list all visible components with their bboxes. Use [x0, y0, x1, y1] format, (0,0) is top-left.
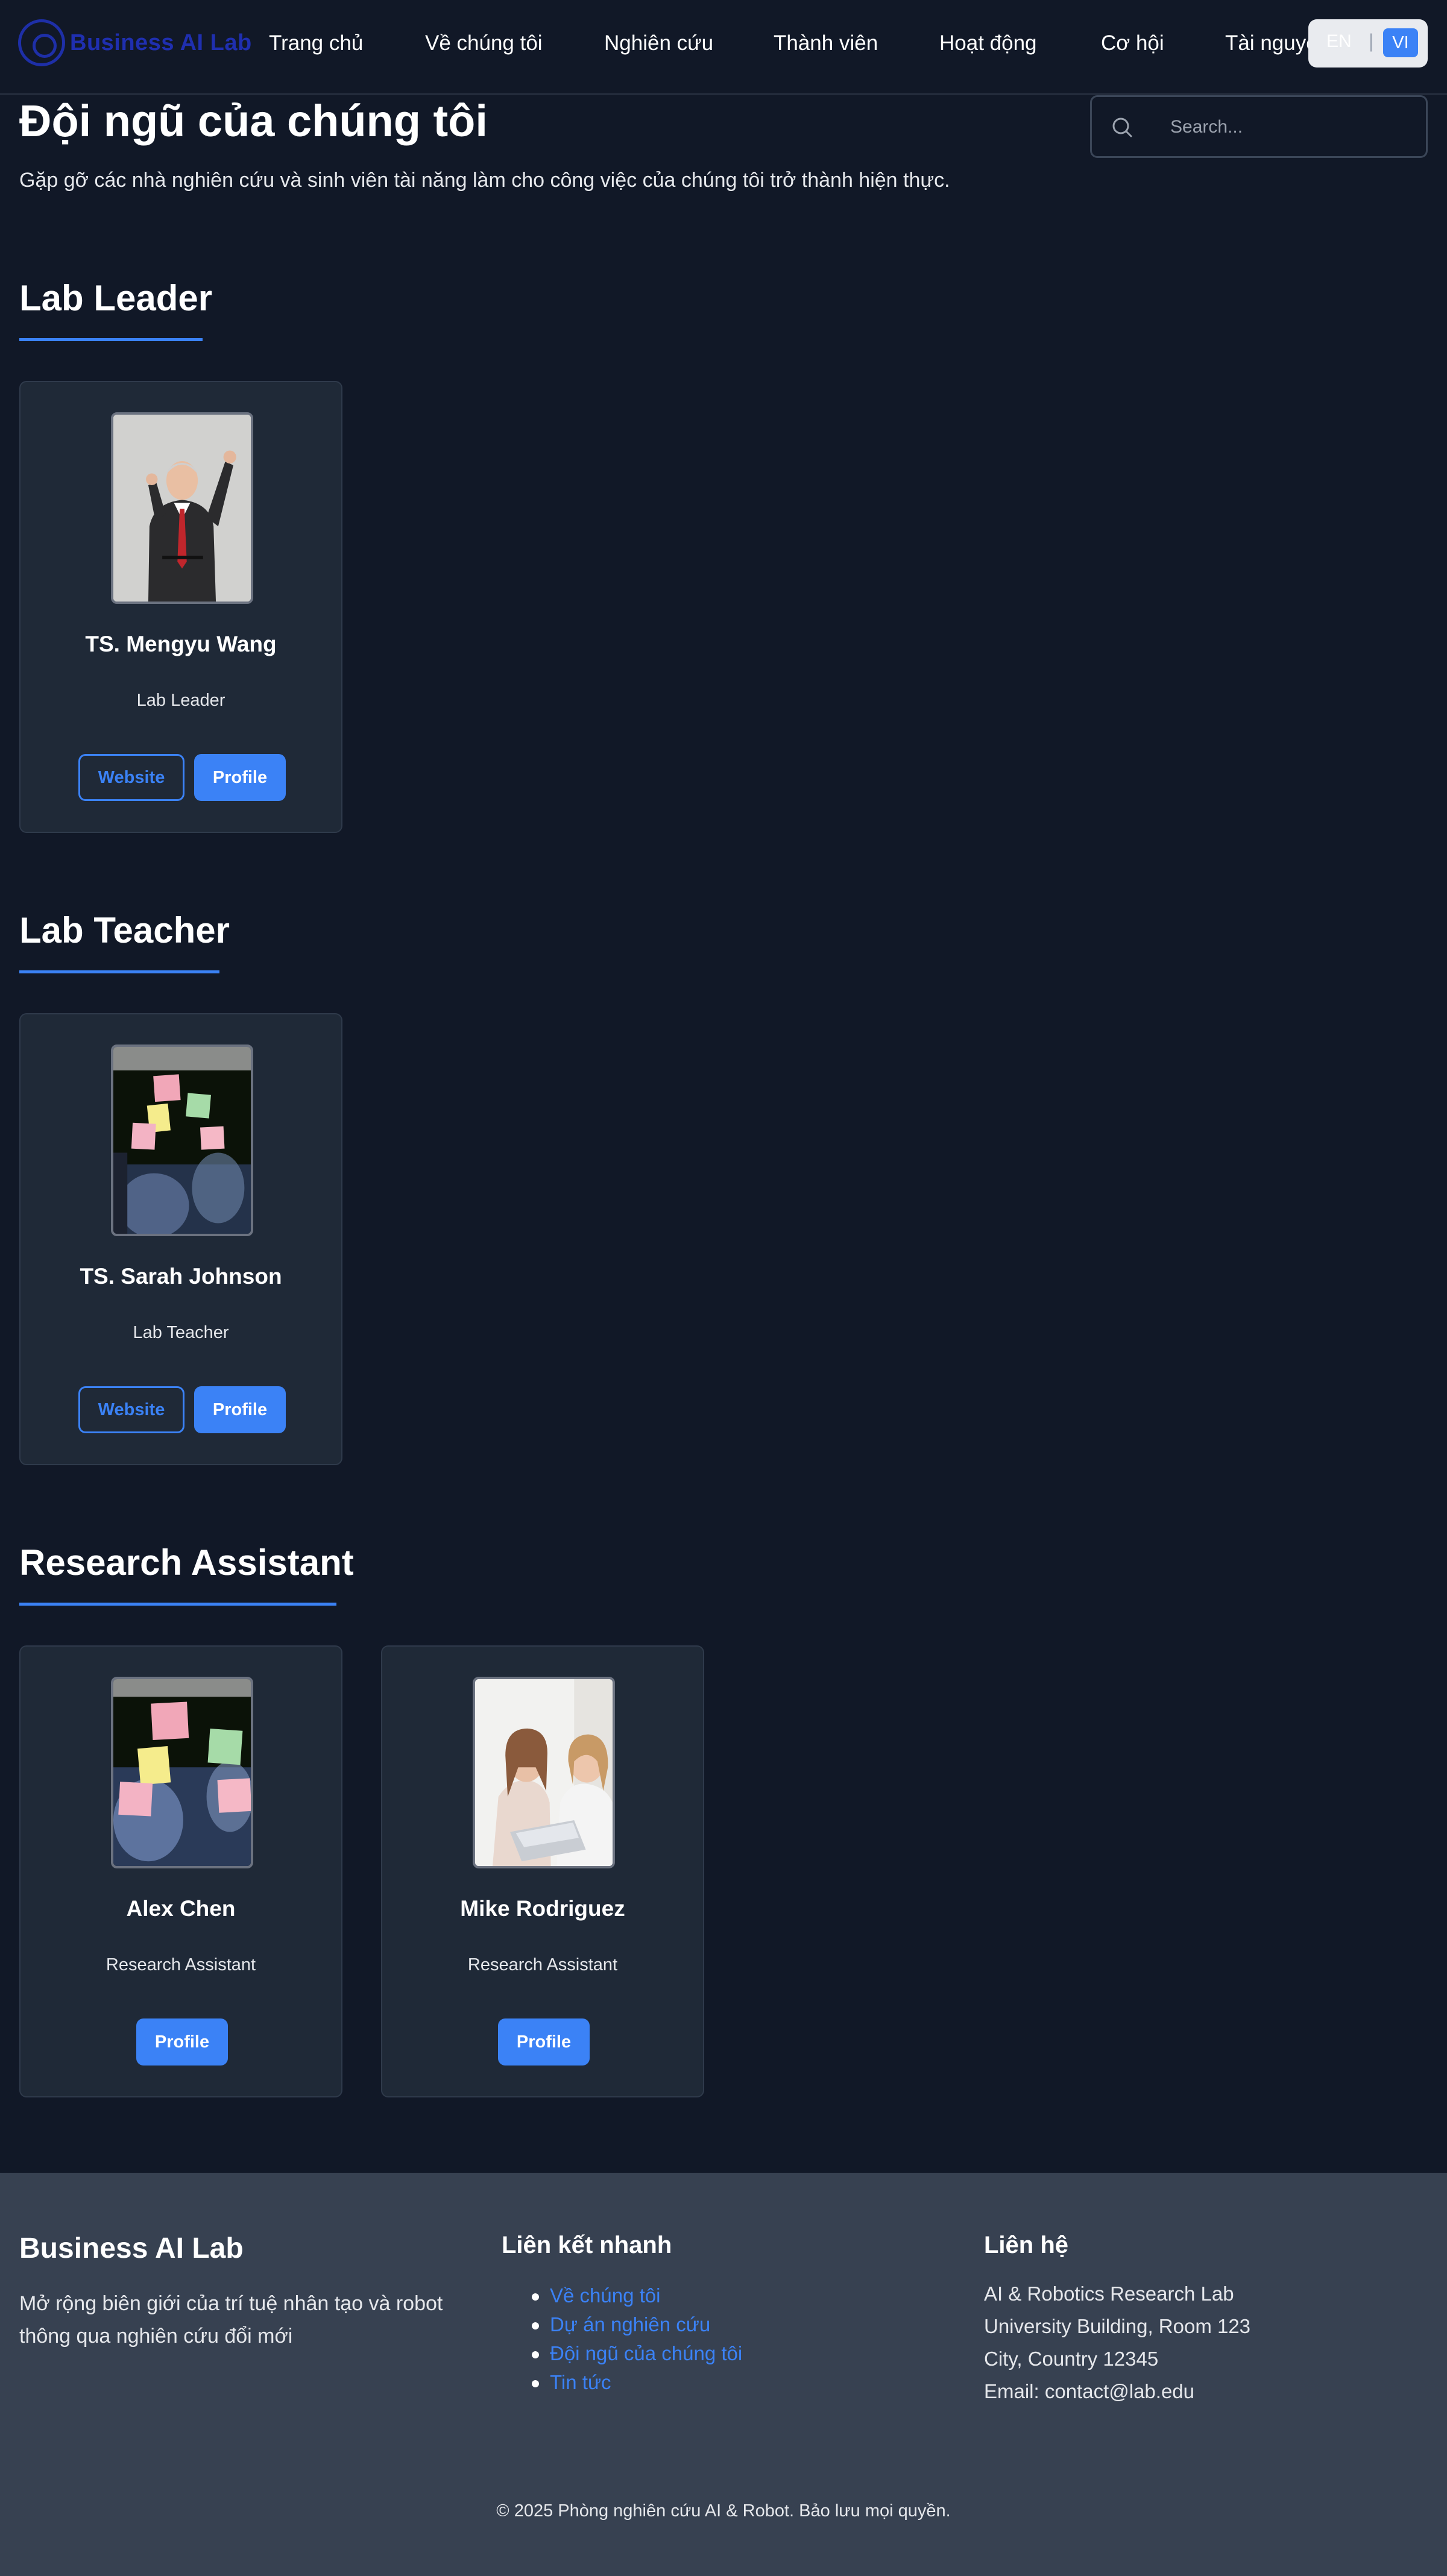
member-name: Mike Rodriguez	[460, 1896, 625, 1921]
member-photo	[473, 1677, 615, 1868]
lang-vi-button[interactable]: VI	[1383, 28, 1418, 57]
member-role: Research Assistant	[106, 1955, 256, 1974]
search-icon	[1112, 118, 1132, 137]
footer-link-about[interactable]: Về chúng tôi	[502, 2281, 742, 2310]
search-input[interactable]	[1170, 114, 1411, 140]
footer-contact-heading: Liên hệ	[984, 2232, 1069, 2258]
member-photo	[111, 412, 253, 604]
contact-email: Email: contact@lab.edu	[984, 2380, 1195, 2402]
footer-links-heading: Liên kết nhanh	[502, 2232, 672, 2258]
search-box	[1090, 95, 1428, 158]
lang-en-button[interactable]: EN	[1326, 31, 1352, 52]
site-logo[interactable]: Business AI Lab	[18, 18, 252, 68]
copyright: © 2025 Phòng nghiên cứu AI & Robot. Bảo …	[496, 2501, 951, 2521]
member-name: TS. Mengyu Wang	[85, 632, 277, 656]
website-button[interactable]: Website	[78, 1386, 184, 1433]
member-photo	[111, 1045, 253, 1236]
footer-link-news[interactable]: Tin tức	[502, 2368, 742, 2397]
lang-separator: |	[1369, 30, 1374, 52]
nav-item-activities[interactable]: Hoạt động	[939, 31, 1037, 55]
footer-description: Mở rộng biên giới của trí tuệ nhân tạo v…	[19, 2292, 443, 2348]
nav-item-research[interactable]: Nghiên cứu	[604, 31, 713, 55]
member-role: Research Assistant	[467, 1955, 618, 1974]
profile-button[interactable]: Profile	[136, 2018, 228, 2066]
website-button[interactable]: Website	[78, 754, 184, 801]
footer-links: Về chúng tôi Dự án nghiên cứu Đội ngũ củ…	[502, 2281, 742, 2397]
language-toggle: EN | VI	[1308, 19, 1428, 68]
member-card: TS. Sarah Johnson Lab Teacher Website Pr…	[19, 1013, 342, 1465]
member-role: Lab Teacher	[133, 1323, 229, 1342]
footer-brand: Business AI Lab	[19, 2232, 244, 2264]
nav-item-members[interactable]: Thành viên	[774, 31, 878, 55]
page-subtitle: Gặp gỡ các nhà nghiên cứu và sinh viên t…	[19, 169, 950, 192]
member-name: TS. Sarah Johnson	[80, 1264, 282, 1289]
nav-item-about[interactable]: Về chúng tôi	[425, 31, 543, 55]
profile-button[interactable]: Profile	[194, 754, 286, 801]
member-photo	[111, 1677, 253, 1868]
page-title: Đội ngũ của chúng tôi	[19, 96, 488, 146]
section-title-research-assistant: Research Assistant	[19, 1542, 354, 1583]
logo-text: Business AI Lab	[70, 30, 252, 55]
nav-item-opportunities[interactable]: Cơ hội	[1101, 31, 1164, 55]
member-card: Alex Chen Research Assistant Profile	[19, 1645, 342, 2097]
contact-line: AI & Robotics Research Lab	[984, 2282, 1234, 2305]
section-title-lab-teacher: Lab Teacher	[19, 910, 230, 950]
contact-line: City, Country 12345	[984, 2348, 1159, 2370]
section-underline	[19, 338, 203, 341]
logo-icon	[18, 19, 65, 66]
section-underline	[19, 1603, 336, 1606]
member-card: TS. Mengyu Wang Lab Leader Website Profi…	[19, 381, 342, 833]
footer-link-projects[interactable]: Dự án nghiên cứu	[502, 2310, 742, 2339]
section-underline	[19, 970, 219, 973]
profile-button[interactable]: Profile	[498, 2018, 590, 2066]
section-title-lab-leader: Lab Leader	[19, 278, 213, 318]
navbar: Business AI Lab Trang chủ Về chúng tôi N…	[0, 0, 1447, 95]
member-card: Mike Rodriguez Research Assistant Profil…	[381, 1645, 704, 2097]
member-name: Alex Chen	[126, 1896, 236, 1921]
profile-button[interactable]: Profile	[194, 1386, 286, 1433]
member-role: Lab Leader	[136, 691, 225, 710]
footer-link-team[interactable]: Đội ngũ của chúng tôi	[502, 2339, 742, 2368]
nav-item-home[interactable]: Trang chủ	[269, 31, 363, 55]
contact-line: University Building, Room 123	[984, 2315, 1251, 2337]
